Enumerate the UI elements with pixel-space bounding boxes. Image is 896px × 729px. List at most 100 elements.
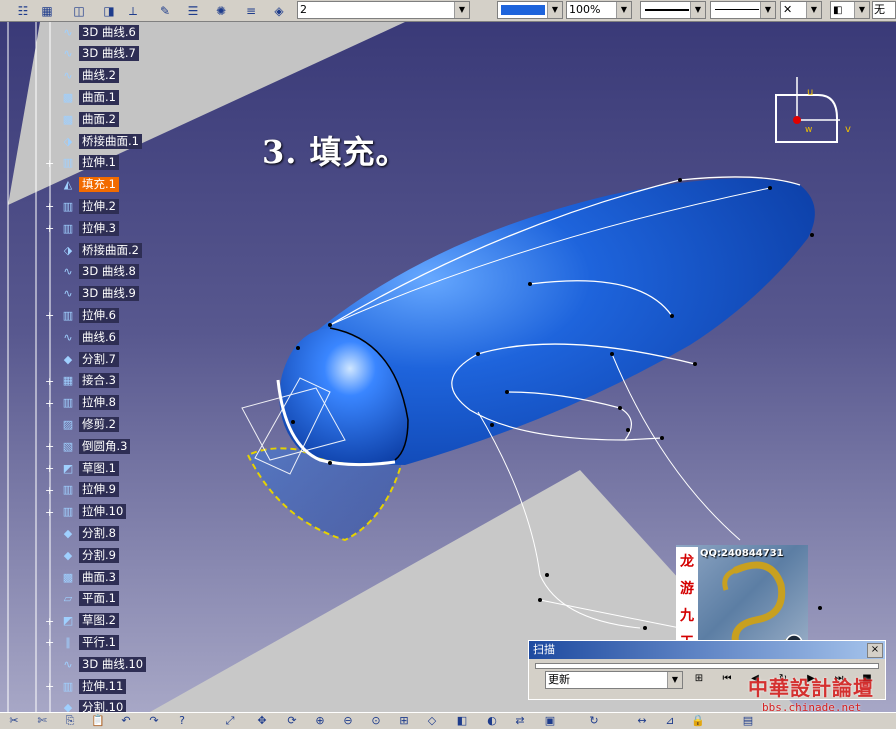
zoom-in-icon[interactable]: ⊕ [312,713,328,729]
tree-node[interactable]: ▥ 拉伸.10 [60,504,127,520]
distance-icon[interactable]: ↔ [634,713,650,729]
tree-node[interactable]: ◆ 分割.7 [60,351,119,367]
tree-node[interactable]: ◆ 分割.8 [60,525,119,541]
tree-node[interactable]: ⬗ 桥接曲面.2 [60,242,142,258]
expand-icon[interactable]: + [45,616,54,627]
cube-stack-icon[interactable]: ◫ [70,2,88,20]
cube-icon[interactable]: ◨ [100,2,118,20]
chevron-down-icon[interactable]: ▼ [854,2,869,18]
grid-icon[interactable]: ▦ [38,2,56,20]
expand-icon[interactable]: + [45,485,54,496]
multi-view-icon[interactable]: ⊞ [396,713,412,729]
hide-show-icon[interactable]: ◐ [484,713,500,729]
expand-icon[interactable]: + [45,223,54,234]
tree-node[interactable]: ∿ 3D 曲线.10 [60,656,147,672]
scan-slider[interactable] [535,663,879,669]
axis-icon[interactable]: ⟂ [124,2,142,20]
tree-node[interactable]: ∿ 3D 曲线.9 [60,286,139,302]
right-cut-combo[interactable]: 无 [872,1,896,19]
expand-icon[interactable]: + [45,681,54,692]
cut-icon[interactable]: ✂ [6,713,22,729]
tree-node[interactable]: ◭ 填充.1 [60,177,119,193]
tree-node[interactable]: ▥ 拉伸.1 [60,155,119,171]
chevron-down-icon[interactable]: ▼ [616,2,631,18]
material-icon[interactable]: ▣ [542,713,558,729]
tree-node[interactable]: ∿ 3D 曲线.7 [60,46,139,62]
tree-node[interactable]: ∥ 平行.1 [60,634,119,650]
expand-icon[interactable]: + [45,463,54,474]
copy-icon[interactable]: ⎘ [62,713,78,729]
list-icon[interactable]: ≡ [242,2,260,20]
pan-icon[interactable]: ✥ [254,713,270,729]
expand-icon[interactable]: + [45,158,54,169]
tree-icon[interactable]: ☷ [14,2,32,20]
tree-node[interactable]: ∿ 曲线.2 [60,68,119,84]
layer-combo[interactable]: 2 ▼ [297,1,470,19]
iso-view-icon[interactable]: ◇ [424,713,440,729]
chevron-down-icon[interactable]: ▼ [667,672,682,688]
help-icon[interactable]: ? [174,713,190,729]
tree-node[interactable]: ▧ 倒圆角.3 [60,438,131,454]
rotate-icon[interactable]: ⟳ [284,713,300,729]
expand-icon[interactable]: + [45,637,54,648]
expand-icon[interactable]: + [45,398,54,409]
tree-node[interactable]: ▥ 拉伸.9 [60,482,119,498]
tree-node[interactable]: ∿ 曲线.6 [60,329,119,345]
lineweight-combo[interactable]: ▼ [710,1,776,19]
tree-node[interactable]: ▨ 修剪.2 [60,416,119,432]
tree-node[interactable]: ▦ 接合.3 [60,373,119,389]
chevron-down-icon[interactable]: ▼ [454,2,469,18]
tree-node[interactable]: ▩ 曲面.1 [60,89,119,105]
expand-icon[interactable]: + [45,507,54,518]
tree-node[interactable]: ▥ 拉伸.6 [60,307,119,323]
tree-node[interactable]: ◩ 草图.2 [60,613,119,629]
zoom-out-icon[interactable]: ⊖ [340,713,356,729]
expand-icon[interactable]: + [45,310,54,321]
scan-mode-combo[interactable]: 更新 ▼ [545,671,683,689]
inertia-icon[interactable]: ⊿ [662,713,678,729]
fit-all-icon[interactable]: ⤢ [222,713,238,729]
render-combo[interactable]: ◧ ▼ [830,1,870,19]
expand-icon[interactable]: + [45,376,54,387]
tree-node[interactable]: ▥ 拉伸.11 [60,678,127,694]
layers-icon[interactable]: ◈ [270,2,288,20]
tree-node[interactable]: ▩ 曲面.2 [60,111,119,127]
shading-icon[interactable]: ◧ [454,713,470,729]
tree-scan-icon[interactable]: ⊞ [691,672,707,686]
tree-node[interactable]: ▥ 拉伸.2 [60,198,119,214]
tree-node[interactable]: ⬗ 桥接曲面.1 [60,133,142,149]
chevron-down-icon[interactable]: ▼ [760,2,775,18]
redo-icon[interactable]: ↷ [146,713,162,729]
linetype-combo[interactable]: ▼ [640,1,706,19]
tree-node[interactable]: ◆ 分割.9 [60,547,119,563]
align-icon[interactable]: ☰ [184,2,202,20]
chevron-down-icon[interactable]: ▼ [690,2,705,18]
chevron-down-icon[interactable]: ▼ [547,2,562,18]
close-button[interactable]: × [867,643,883,658]
lock-icon[interactable]: 🔒 [690,713,706,729]
chevron-down-icon[interactable]: ▼ [806,2,821,18]
tree-node-label: 分割.7 [79,351,119,367]
paste-icon[interactable]: 📋 [90,713,106,729]
tree-node[interactable]: ▩ 曲面.3 [60,569,119,585]
zoom-combo[interactable]: 100% ▼ [566,1,632,19]
expand-icon[interactable]: + [45,201,54,212]
swap-icon[interactable]: ⇄ [512,713,528,729]
color-combo[interactable]: ▼ [497,1,563,19]
tree-node[interactable]: ▥ 拉伸.8 [60,395,119,411]
pencil-icon[interactable]: ✎ [156,2,174,20]
tree-node[interactable]: ▱ 平面.1 [60,591,119,607]
tree-node[interactable]: ∿ 3D 曲线.8 [60,264,139,280]
misc-icon[interactable]: ▤ [740,713,756,729]
tree-node[interactable]: ∿ 3D 曲线.6 [60,24,139,40]
tree-node[interactable]: ▥ 拉伸.3 [60,220,119,236]
tree-node[interactable]: ◩ 草图.1 [60,460,119,476]
measure-icon[interactable]: ↻ [586,713,602,729]
first-icon[interactable]: ⏮ [719,672,735,686]
undo-icon[interactable]: ↶ [118,713,134,729]
normal-view-icon[interactable]: ⊙ [368,713,384,729]
lightbulb-icon[interactable]: ✺ [212,2,230,20]
point-combo[interactable]: ✕ ▼ [780,1,822,19]
scissors-icon[interactable]: ✄ [34,713,50,729]
expand-icon[interactable]: + [45,441,54,452]
